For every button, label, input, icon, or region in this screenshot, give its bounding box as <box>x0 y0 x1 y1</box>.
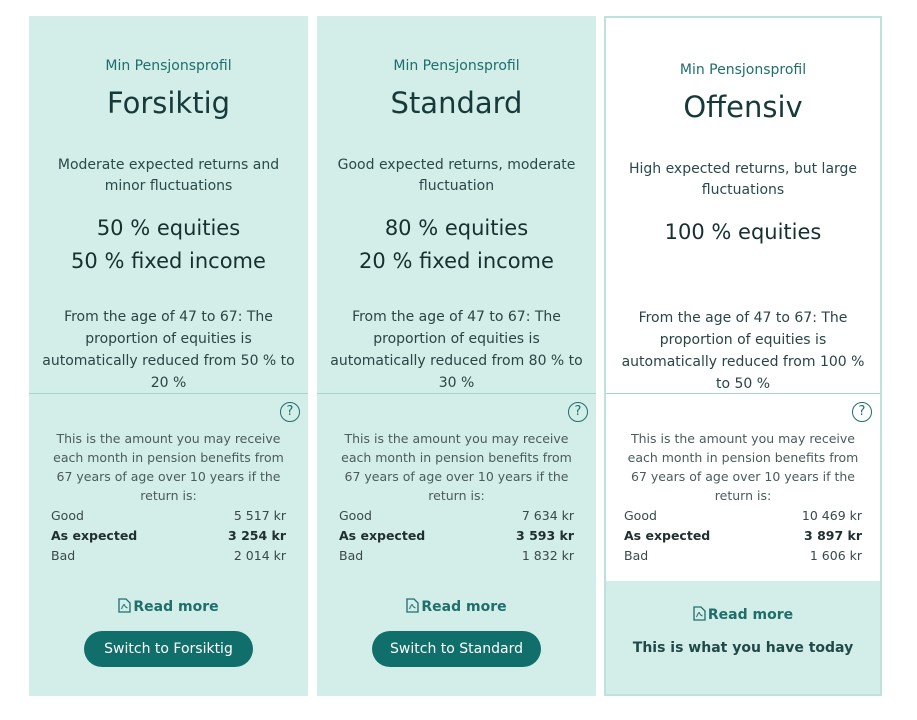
scenario-row-bad: Bad 1 606 kr <box>624 546 862 566</box>
scenario-value: 7 634 kr <box>521 508 574 523</box>
scenario-label: Good <box>339 508 372 523</box>
read-more-link[interactable]: Read more <box>29 598 308 615</box>
scenario-row-good: Good 7 634 kr <box>339 506 574 526</box>
scenario-label: As expected <box>51 528 138 543</box>
card-title: Standard <box>390 86 523 120</box>
scenario-label: Bad <box>339 548 364 563</box>
scenario-value: 1 606 kr <box>809 548 862 563</box>
scenario-label: Bad <box>51 548 76 563</box>
scenario-label: As expected <box>624 528 711 543</box>
question-circle-icon[interactable]: ? <box>568 402 588 422</box>
scenario-table: Good 10 469 kr As expected 3 897 kr Bad … <box>624 506 862 566</box>
divider <box>606 393 880 394</box>
scenario-row-bad: Bad 1 832 kr <box>339 546 574 566</box>
profile-card-forsiktig: Min Pensjonsprofil Forsiktig Moderate ex… <box>29 16 308 696</box>
scenario-value: 3 593 kr <box>516 528 574 543</box>
switch-to-standard-button[interactable]: Switch to Standard <box>372 631 541 667</box>
scenario-row-bad: Bad 2 014 kr <box>51 546 286 566</box>
pension-info-text: This is the amount you may receive each … <box>53 431 284 503</box>
glide-path-text: From the age of 47 to 67: The proportion… <box>621 310 865 392</box>
read-more-link[interactable]: Read more <box>606 606 880 623</box>
scenario-table: Good 5 517 kr As expected 3 254 kr Bad 2… <box>51 506 286 566</box>
profile-card-offensiv: Min Pensjonsprofil Offensiv High expecte… <box>604 16 882 696</box>
scenario-value: 10 469 kr <box>801 508 862 523</box>
allocation: 100 % equities <box>606 216 880 249</box>
glide-path-text: From the age of 47 to 67: The proportion… <box>330 309 583 391</box>
switch-to-forsiktig-button[interactable]: Switch to Forsiktig <box>84 631 253 667</box>
card-description: High expected returns, but large fluctua… <box>628 161 858 198</box>
pdf-icon <box>406 598 420 613</box>
scenario-label: As expected <box>339 528 426 543</box>
scenario-row-expected: As expected 3 897 kr <box>624 526 862 546</box>
allocation: 80 % equities 20 % fixed income <box>317 212 596 278</box>
card-title: Forsiktig <box>106 86 231 120</box>
scenario-value: 3 254 kr <box>228 528 286 543</box>
scenario-value: 3 897 kr <box>804 528 862 543</box>
allocation-fixed-income: 20 % fixed income <box>359 249 554 273</box>
pdf-icon <box>693 606 706 621</box>
card-description: Good expected returns, moderate fluctuat… <box>337 157 576 194</box>
scenario-row-expected: As expected 3 254 kr <box>51 526 286 546</box>
scenario-label: Good <box>51 508 84 523</box>
pension-info-text: This is the amount you may receive each … <box>341 431 572 503</box>
divider <box>29 393 308 394</box>
current-profile-label: This is what you have today <box>632 640 854 656</box>
scenario-value: 1 832 kr <box>521 548 574 563</box>
pension-info-text: This is the amount you may receive each … <box>627 431 859 503</box>
allocation-equities: 100 % equities <box>664 220 822 244</box>
scenario-row-good: Good 5 517 kr <box>51 506 286 526</box>
current-profile-band <box>606 581 880 694</box>
card-subtitle: Min Pensjonsprofil <box>393 58 520 74</box>
question-circle-icon[interactable]: ? <box>852 402 872 422</box>
question-circle-icon[interactable]: ? <box>280 402 300 422</box>
glide-path-text: From the age of 47 to 67: The proportion… <box>42 309 295 391</box>
scenario-row-good: Good 10 469 kr <box>624 506 862 526</box>
read-more-label: Read more <box>707 607 794 623</box>
card-title: Offensiv <box>683 90 803 124</box>
pdf-icon <box>118 598 132 613</box>
card-description: Moderate expected returns and minor fluc… <box>57 157 280 194</box>
read-more-label: Read more <box>133 599 219 615</box>
allocation: 50 % equities 50 % fixed income <box>29 212 308 278</box>
scenario-value: 5 517 kr <box>233 508 286 523</box>
card-subtitle: Min Pensjonsprofil <box>679 62 807 78</box>
scenario-label: Good <box>624 508 657 523</box>
read-more-link[interactable]: Read more <box>317 598 596 615</box>
allocation-equities: 80 % equities <box>384 216 529 240</box>
scenario-row-expected: As expected 3 593 kr <box>339 526 574 546</box>
allocation-fixed-income: 50 % fixed income <box>71 249 266 273</box>
allocation-equities: 50 % equities <box>96 216 241 240</box>
read-more-label: Read more <box>421 599 507 615</box>
scenario-label: Bad <box>624 548 649 563</box>
card-subtitle: Min Pensjonsprofil <box>105 58 232 74</box>
scenario-value: 2 014 kr <box>233 548 286 563</box>
divider <box>317 393 596 394</box>
scenario-table: Good 7 634 kr As expected 3 593 kr Bad 1… <box>339 506 574 566</box>
profile-card-standard: Min Pensjonsprofil Standard Good expecte… <box>317 16 596 696</box>
